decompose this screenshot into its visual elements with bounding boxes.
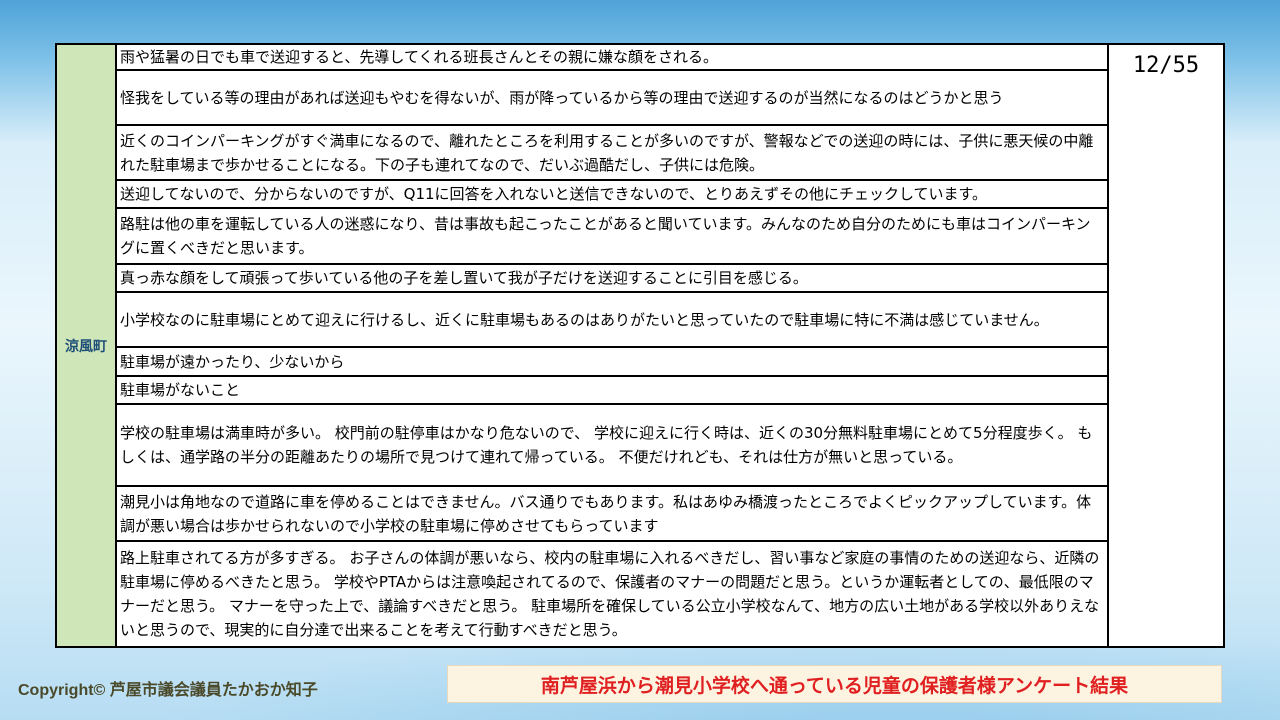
comment-row: 小学校なのに駐車場にとめて迎えに行けるし、近くに駐車場もあるのはありがたいと思っ… [117, 293, 1107, 348]
comment-row: 駐車場が遠かったり、少ないから [117, 348, 1107, 377]
comment-row: 路上駐車されてる方が多すぎる。 お子さんの体調が悪いなら、校内の駐車場に入れるべ… [120, 549, 1100, 639]
comment-row: 近くのコインパーキングがすぐ満車になるので、離れたところを利用することが多いので… [117, 126, 1107, 181]
comment-row: 真っ赤な顔をして頑張って歩いている他の子を差し置いて我が子だけを送迎することに引… [117, 265, 1107, 293]
comment-row: 学校の駐車場は満車時が多い。 校門前の駐停車はかなり危ないので、 学校に迎えに行… [117, 405, 1107, 487]
copyright-text: Copyright© 芦屋市議会議員たかおか知子 [18, 682, 318, 699]
comment-list: 雨や猛暑の日でも車で送迎すると、先導してくれる班長さんとその親に嫌な顔をされる。… [117, 45, 1109, 646]
comment-row: 路駐は他の車を運転している人の迷惑になり、昔は事故も起こったことがあると聞いてい… [117, 209, 1107, 265]
comment-row: 怪我をしている等の理由があれば送迎もやむを得ないが、雨が降っているから等の理由で… [117, 71, 1107, 126]
page-indicator: 12/55 [1132, 53, 1200, 78]
comment-row: 送迎してないので、分からないのですが、Q11に回答を入れないと送信できないので、… [117, 181, 1107, 209]
comment-row: 雨や猛暑の日でも車で送迎すると、先導してくれる班長さんとその親に嫌な顔をされる。 [117, 45, 1107, 71]
region-label: 涼風町 [57, 45, 117, 646]
comment-row: 潮見小は角地なので道路に車を停めることはできません。バス通りでもあります。私はあ… [117, 487, 1107, 542]
footer-title: 南芦屋浜から潮見小学校へ通っている児童の保護者様アンケート結果 [447, 665, 1222, 703]
comment-row: 駐車場がないこと [117, 377, 1107, 405]
survey-table: 涼風町 雨や猛暑の日でも車で送迎すると、先導してくれる班長さんとその親に嫌な顔を… [55, 43, 1225, 648]
